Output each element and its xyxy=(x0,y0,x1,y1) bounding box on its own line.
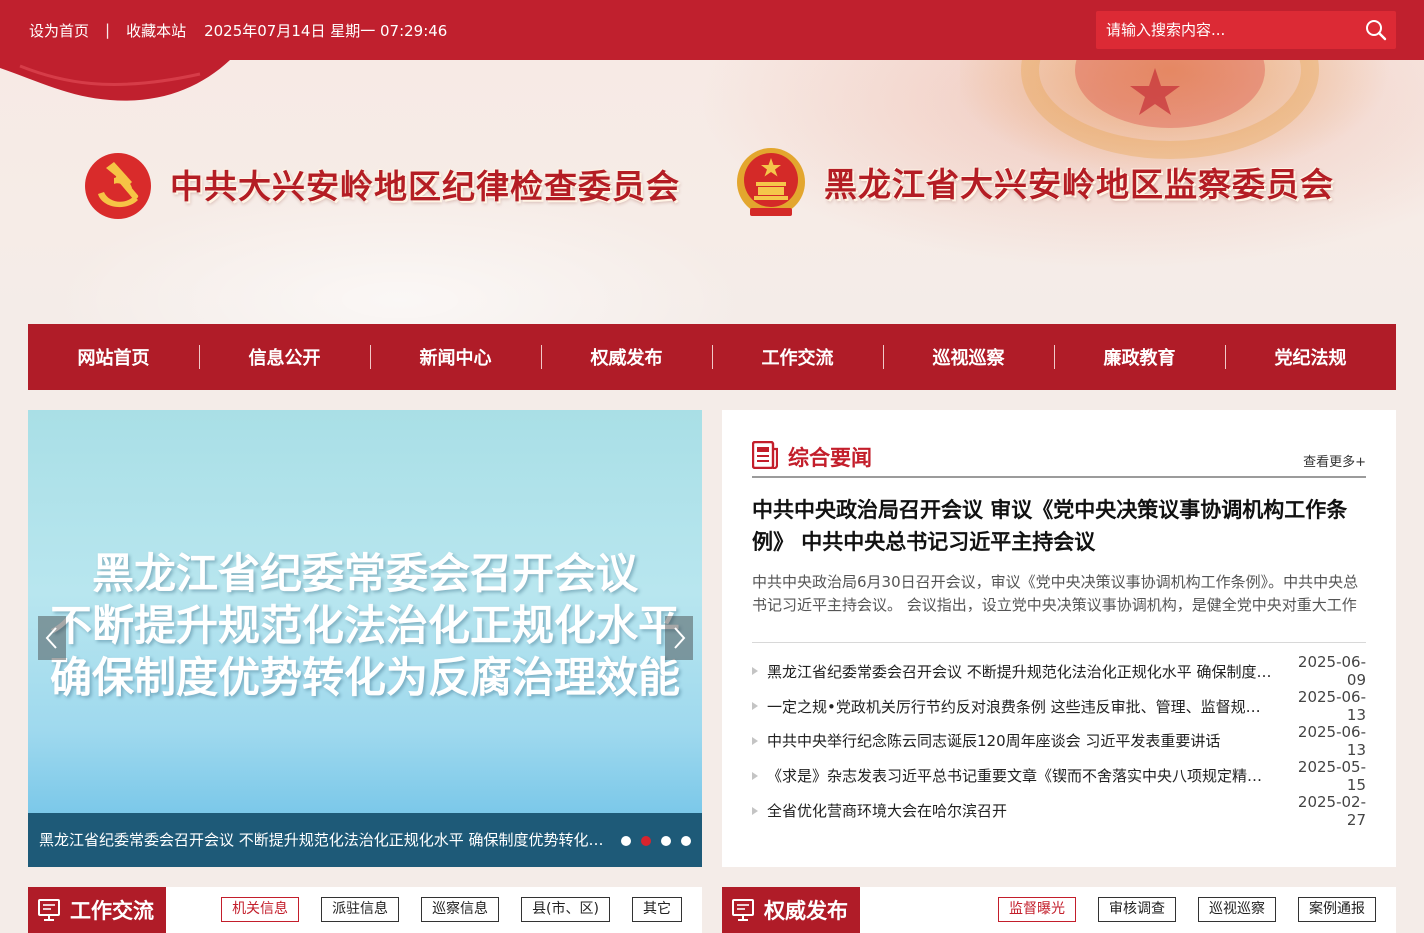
tab-case-report[interactable]: 案例通报 xyxy=(1298,897,1376,922)
section-authoritative-release: 权威发布 监督曝光 审核调查 巡视巡察 案例通报 xyxy=(722,887,1396,933)
bookmark-link[interactable]: 收藏本站 xyxy=(126,20,186,41)
carousel-dot[interactable] xyxy=(661,836,671,846)
monitor-icon xyxy=(732,899,754,921)
section-authoritative-release-tabs: 监督曝光 审核调查 巡视巡察 案例通报 xyxy=(976,897,1376,922)
news-list-item[interactable]: 中共中央举行纪念陈云同志诞辰120周年座谈会 习近平发表重要讲话 2025-06-… xyxy=(752,723,1366,759)
party-emblem-icon xyxy=(85,153,151,219)
tab-other[interactable]: 其它 xyxy=(632,897,682,922)
news-panel-header: 综合要闻 查看更多+ xyxy=(752,440,1366,478)
nav-item-party-regulations[interactable]: 党纪法规 xyxy=(1225,324,1396,390)
news-headline[interactable]: 中共中央政治局召开会议 审议《党中央决策议事协调机构工作条例》 中共中央总书记习… xyxy=(752,494,1366,558)
bullet-icon xyxy=(752,771,758,780)
red-flag-decoration xyxy=(0,60,230,101)
search-input[interactable] xyxy=(1096,11,1351,49)
carousel-prev-button[interactable] xyxy=(38,616,66,660)
news-panel-title: 综合要闻 xyxy=(788,446,872,470)
org-party-commission: 中共大兴安岭地区纪律检查委员会 xyxy=(84,148,680,220)
tab-inspection-info[interactable]: 巡察信息 xyxy=(421,897,500,922)
org-supervision-commission: 黑龙江省大兴安岭地区监察委员会 xyxy=(736,144,1334,220)
org1-name: 中共大兴安岭地区纪律检查委员会 xyxy=(170,167,680,206)
top-bar-links: 设为首页 | 收藏本站 2025年07月14日 星期一 07:29:46 xyxy=(29,0,447,60)
news-list-item[interactable]: 《求是》杂志发表习近平总书记重要文章《锲而不舍落实中央八项规定精神》 2025-0… xyxy=(752,757,1366,794)
header-banner: 中共大兴安岭地区纪律检查委员会 黑龙江省大兴安岭地区监察委员会 xyxy=(0,60,1424,324)
carousel-caption[interactable]: 黑龙江省纪委常委会召开会议 不断提升规范化法治化正规化水平 确保制度优势转化为反… xyxy=(39,813,611,867)
section-work-exchange-title[interactable]: 工作交流 xyxy=(28,887,166,933)
section-title-text: 权威发布 xyxy=(764,899,848,923)
news-list-item[interactable]: 黑龙江省纪委常委会召开会议 不断提升规范化法治化正规化水平 确保制度优势转化为反… xyxy=(752,653,1366,690)
section-title-text: 工作交流 xyxy=(70,899,154,923)
bullet-icon xyxy=(752,702,758,711)
general-news-panel: 综合要闻 查看更多+ 中共中央政治局召开会议 审议《党中央决策议事协调机构工作条… xyxy=(722,410,1396,867)
news-item-date: 2025-06-13 xyxy=(1297,723,1366,759)
carousel-next-button[interactable] xyxy=(665,616,693,660)
search-icon[interactable] xyxy=(1364,18,1388,42)
news-list-item[interactable]: 一定之规•党政机关厉行节约反对浪费条例 这些违反审批、管理、监督规定的行为要受处… xyxy=(752,688,1366,725)
nav-item-home[interactable]: 网站首页 xyxy=(28,324,199,390)
news-item-title[interactable]: 中共中央举行纪念陈云同志诞辰120周年座谈会 习近平发表重要讲话 xyxy=(767,730,1284,751)
newspaper-icon xyxy=(752,441,778,469)
news-item-title[interactable]: 一定之规•党政机关厉行节约反对浪费条例 这些违反审批、管理、监督规定的行为要受处… xyxy=(767,696,1284,717)
slide-line: 黑龙江省纪委常委会召开会议 xyxy=(91,549,638,598)
news-item-title[interactable]: 黑龙江省纪委常委会召开会议 不断提升规范化法治化正规化水平 确保制度优势转化为反… xyxy=(767,661,1284,682)
top-bar: 设为首页 | 收藏本站 2025年07月14日 星期一 07:29:46 xyxy=(0,0,1424,60)
nav-item-news-center[interactable]: 新闻中心 xyxy=(370,324,541,390)
news-more-link[interactable]: 查看更多+ xyxy=(1303,451,1366,470)
bullet-icon xyxy=(752,667,758,676)
tab-inspection[interactable]: 巡视巡察 xyxy=(1198,897,1276,922)
carousel-dot[interactable] xyxy=(681,836,691,846)
search-box xyxy=(1096,11,1396,49)
section-work-exchange-tabs: 机关信息 派驻信息 巡察信息 县(市、区) 其它 xyxy=(199,897,682,922)
bullet-icon xyxy=(752,736,758,745)
news-divider xyxy=(752,642,1366,643)
carousel-dots xyxy=(621,836,691,846)
tab-agency-info[interactable]: 机关信息 xyxy=(221,897,300,922)
news-item-date: 2025-05-15 xyxy=(1297,757,1366,794)
section-authoritative-release-title[interactable]: 权威发布 xyxy=(722,887,860,933)
main-nav: 网站首页 信息公开 新闻中心 权威发布 工作交流 巡视巡察 廉政教育 党纪法规 xyxy=(28,324,1396,390)
chevron-left-icon xyxy=(45,627,57,649)
set-home-link[interactable]: 设为首页 xyxy=(29,20,89,41)
monitor-icon xyxy=(38,899,60,921)
news-carousel[interactable]: 黑龙江省纪委常委会召开会议 不断提升规范化法治化正规化水平 确保制度优势转化为反… xyxy=(28,410,702,867)
news-list: 黑龙江省纪委常委会召开会议 不断提升规范化法治化正规化水平 确保制度优势转化为反… xyxy=(752,653,1366,829)
slide-headline: 黑龙江省纪委常委会召开会议 不断提升规范化法治化正规化水平 确保制度优势转化为反… xyxy=(28,548,702,704)
top-bar-separator: | xyxy=(105,21,111,39)
nav-item-inspection[interactable]: 巡视巡察 xyxy=(883,324,1054,390)
news-summary: 中共中央政治局6月30日召开会议，审议《党中央决策议事协调机构工作条例》。中共中… xyxy=(752,573,1359,614)
carousel-dot[interactable] xyxy=(621,836,631,846)
slide-line: 不断提升规范化法治化正规化水平 xyxy=(49,601,680,650)
news-item-date: 2025-02-27 xyxy=(1297,792,1366,829)
bullet-icon xyxy=(752,806,758,815)
current-datetime: 2025年07月14日 星期一 07:29:46 xyxy=(204,21,448,40)
tab-resident-info[interactable]: 派驻信息 xyxy=(321,897,400,922)
nav-item-authoritative-release[interactable]: 权威发布 xyxy=(541,324,712,390)
nav-item-work-exchange[interactable]: 工作交流 xyxy=(712,324,883,390)
news-item-title[interactable]: 全省优化营商环境大会在哈尔滨召开 xyxy=(767,800,1284,821)
news-item-date: 2025-06-13 xyxy=(1297,688,1366,725)
org2-name: 黑龙江省大兴安岭地区监察委员会 xyxy=(824,165,1334,204)
news-item-title[interactable]: 《求是》杂志发表习近平总书记重要文章《锲而不舍落实中央八项规定精神》 xyxy=(767,765,1284,786)
news-item-date: 2025-06-09 xyxy=(1297,653,1366,690)
slide-line: 确保制度优势转化为反腐治理效能 xyxy=(49,653,680,702)
nav-item-integrity-education[interactable]: 廉政教育 xyxy=(1054,324,1225,390)
nav-item-info-disclosure[interactable]: 信息公开 xyxy=(199,324,370,390)
tab-review-investigation[interactable]: 审核调查 xyxy=(1098,897,1176,922)
chevron-right-icon xyxy=(674,627,686,649)
national-emblem-icon xyxy=(737,148,805,216)
news-list-item[interactable]: 全省优化营商环境大会在哈尔滨召开 2025-02-27 xyxy=(752,792,1366,829)
carousel-dot[interactable] xyxy=(641,836,651,846)
section-work-exchange: 工作交流 机关信息 派驻信息 巡察信息 县(市、区) 其它 xyxy=(28,887,702,933)
carousel-caption-bar: 黑龙江省纪委常委会召开会议 不断提升规范化法治化正规化水平 确保制度优势转化为反… xyxy=(28,813,702,867)
tab-supervision-exposure[interactable]: 监督曝光 xyxy=(998,897,1076,922)
tab-counties[interactable]: 县(市、区) xyxy=(521,897,610,922)
